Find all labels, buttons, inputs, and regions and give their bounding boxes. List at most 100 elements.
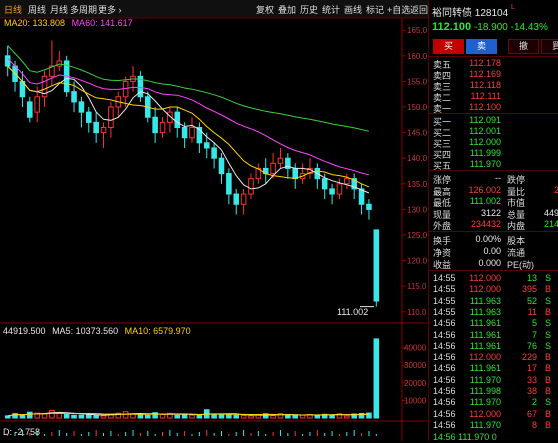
stat-row: 最低 111.002 市值 — [429, 196, 558, 208]
ma20-value: MA20: 133.808 — [4, 18, 66, 28]
tick-price: 111.970 — [469, 397, 501, 408]
tick-volume: 229 — [521, 352, 537, 363]
tick-volume: 52 — [526, 295, 537, 306]
volume-bar — [63, 413, 70, 419]
tick-volume: 67 — [526, 408, 537, 419]
tick-side: S — [545, 318, 552, 329]
low-price-marker: 111.002 — [337, 307, 369, 317]
bid-price: 111.970 — [469, 159, 501, 169]
price-axis-label: 115.0 — [407, 282, 427, 291]
tick-row[interactable]: 14:56 111.961 7 S — [429, 330, 558, 341]
tick-row[interactable]: 14:56 111.970 33 B — [429, 375, 558, 386]
tick-price: 111.970 — [469, 419, 501, 430]
ask-price: 112.169 — [469, 69, 501, 79]
extra-action-button[interactable]: 買 — [541, 39, 558, 54]
tick-row[interactable]: 14:56 111.961 17 B — [429, 363, 558, 374]
sell-button[interactable]: 卖 — [466, 39, 497, 54]
candle-body — [336, 183, 343, 195]
candle-body — [78, 101, 85, 113]
price-line: 112.100 -18.900 -14.43% — [432, 21, 548, 33]
ask-row: 卖三 112.118 — [429, 80, 558, 92]
cancel-order-button[interactable]: 撤 — [508, 39, 539, 54]
tick-price: 111.998 — [469, 386, 501, 396]
candle-body — [270, 162, 276, 175]
tick-row[interactable]: 14:55 112.000 395 B — [429, 284, 558, 295]
tick-row[interactable]: 14:55 112.000 13 S — [429, 273, 558, 284]
buy-button[interactable]: 买 — [433, 39, 464, 54]
divider — [429, 113, 558, 114]
tick-row[interactable]: 14:56 111.961 76 S — [429, 341, 558, 352]
tick-price: 111.963 — [469, 306, 501, 317]
fund-row: 净资 0.00 流通 — [429, 246, 558, 258]
bid-price: 112.000 — [469, 137, 501, 147]
tick-volume: 11 — [527, 306, 537, 317]
candle-body — [189, 126, 195, 139]
candle-body — [366, 203, 372, 210]
tick-price: 111.961 — [469, 363, 501, 374]
price-axis-label: 120.0 — [407, 257, 428, 266]
price-axis-label: 140.0 — [407, 154, 428, 163]
tick-volume: 33 — [526, 374, 537, 385]
tick-time: 14:55 — [433, 284, 456, 295]
tick-price: 112.000 — [469, 273, 501, 283]
bid-price: 112.091 — [469, 115, 501, 125]
tick-row[interactable]: 14:56 111.961 5 S — [429, 318, 558, 329]
candle-body — [329, 188, 335, 195]
candle-body — [159, 121, 166, 134]
tick-row[interactable]: 14:55 111.963 52 S — [429, 296, 558, 307]
price-axis-label: 150.0 — [407, 103, 428, 112]
tick-time: 14:56 — [433, 408, 456, 419]
volume-bar — [159, 413, 166, 419]
volume-bar — [196, 415, 203, 419]
bid-row: 买四 111.999 — [429, 148, 558, 160]
candle-body — [240, 193, 247, 205]
volume-bar — [226, 413, 232, 419]
volume-bar — [189, 414, 195, 419]
volume-bar — [292, 415, 299, 419]
divider — [429, 170, 558, 171]
volume-bar — [144, 414, 151, 419]
fund-row: 换手 0.00% 股本 — [429, 234, 558, 246]
tick-row[interactable]: 14:55 111.963 11 B — [429, 307, 558, 318]
tick-side: S — [545, 329, 552, 340]
candle-body — [211, 147, 217, 159]
stat-value: 449 — [543, 207, 558, 218]
bid-row: 买一 112.091 — [429, 115, 558, 127]
candle-body — [152, 116, 158, 134]
price-axis-label: 125.0 — [407, 231, 428, 240]
tick-time: 14:56 — [433, 340, 456, 351]
candle-body — [4, 55, 11, 67]
candle-body — [277, 157, 284, 164]
tick-row[interactable]: 14:56 112.000 229 B — [429, 352, 558, 363]
bid-price: 111.999 — [469, 148, 501, 158]
tick-price: 111.963 — [469, 295, 501, 306]
tick-price: 112.000 — [469, 352, 501, 363]
kline-chart[interactable]: 165.0 160.0 155.0 150.0 145.0 140.0 135.0 130.0… — [0, 0, 428, 441]
tick-row[interactable]: 14:56 112.000 67 B — [429, 409, 558, 420]
tick-time: 14:55 — [433, 306, 456, 317]
macd-legend: D: -2.758 — [3, 427, 41, 437]
tick-row[interactable]: 14:56 111.998 38 B — [429, 386, 558, 397]
security-name-text: 裕同转债 — [432, 8, 472, 19]
ma20-line — [7, 58, 370, 176]
volume-axis-label: 10000 — [404, 396, 427, 405]
tick-row[interactable]: 14:56 111.970 2 S — [429, 397, 558, 408]
volume-bar — [49, 409, 55, 419]
volume-bar — [122, 411, 129, 419]
tick-side: B — [545, 408, 552, 419]
tick-side: B — [545, 284, 552, 295]
tick-time: 14:56 — [433, 318, 456, 329]
candle-body — [358, 188, 365, 205]
quote-panel: 裕同转债 128104 L 112.100 -18.900 -14.43% 买 … — [428, 0, 558, 442]
candle-body — [292, 167, 299, 180]
tick-time: 14:56 — [433, 419, 456, 430]
tick-time: 14:56 — [433, 352, 456, 363]
volume-value: 44919.500 — [3, 326, 46, 336]
candle-body — [248, 178, 254, 195]
ask-price: 112.118 — [469, 80, 501, 90]
tick-side: S — [545, 397, 552, 408]
candle-body — [34, 96, 40, 113]
tick-row[interactable]: 14:56 111.970 8 B — [429, 420, 558, 431]
ma-legend: MA20: 133.808 MA60: 141.617 — [4, 18, 133, 28]
security-code: 128104 — [474, 8, 509, 19]
